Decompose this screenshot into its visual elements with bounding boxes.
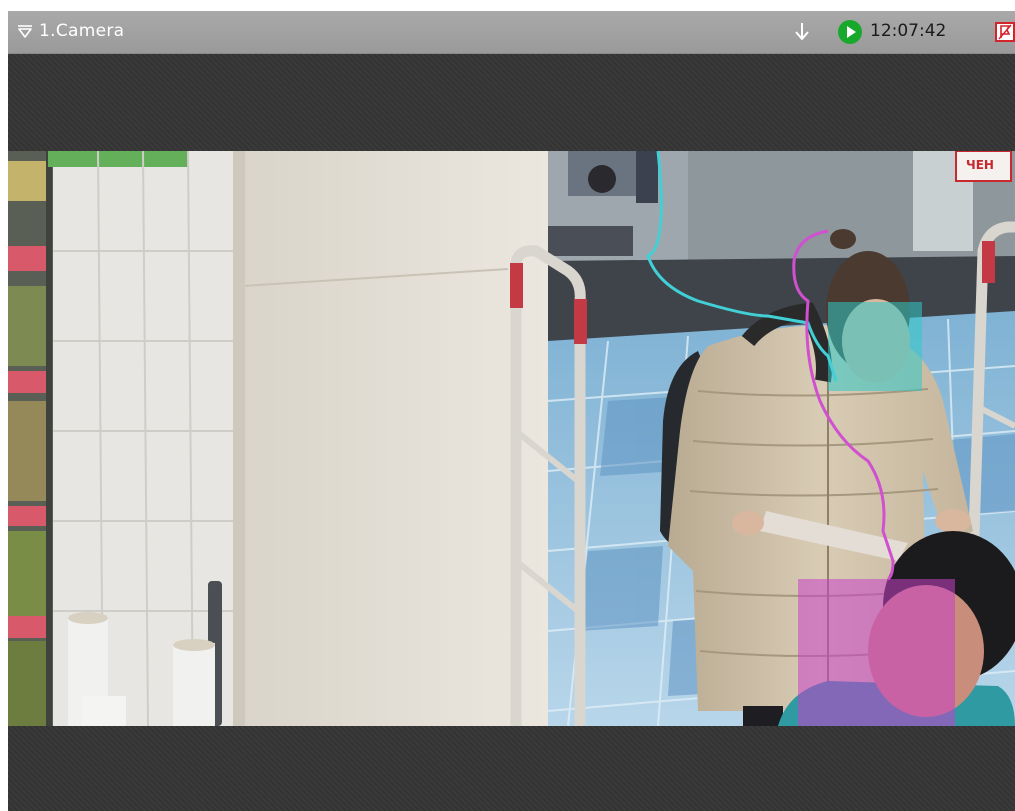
shelf-products — [8, 641, 48, 726]
pillar — [233, 151, 548, 726]
play-button[interactable] — [838, 20, 862, 44]
pedestrian-outside — [636, 151, 658, 203]
shelf-price-tag — [8, 506, 46, 526]
hair-bun — [830, 229, 856, 249]
woman-hand — [732, 511, 764, 535]
gate-marker — [574, 299, 587, 344]
face-detection-box-magenta[interactable] — [798, 579, 955, 726]
gate-marker — [510, 263, 523, 308]
shelf-price-tag — [8, 246, 46, 271]
doormat — [548, 226, 633, 256]
plastic-roll — [173, 643, 215, 726]
car-wheel — [588, 165, 616, 193]
shelf-price-tag — [8, 371, 46, 393]
woman-legs — [743, 706, 783, 726]
face-detection-box-cyan[interactable] — [828, 302, 922, 391]
pillar-edge — [233, 151, 245, 726]
shelf-products — [8, 531, 48, 616]
export-arrow-icon[interactable] — [791, 21, 813, 43]
play-icon — [847, 26, 856, 38]
shelf-products — [8, 401, 48, 501]
plastic-roll-top — [68, 612, 108, 624]
letterbox-bottom — [8, 726, 1015, 811]
wall-green-strip — [48, 151, 188, 167]
timestamp: 12:07:42 — [870, 21, 947, 41]
camera-tile[interactable]: 1.Camera 12:07:42 ЧЕН — [8, 11, 1015, 811]
woman-hand — [935, 509, 971, 533]
menu-triangle-icon[interactable] — [17, 23, 33, 39]
plastic-roll — [82, 696, 126, 726]
letterbox-top — [8, 54, 1015, 151]
camera-name: 1.Camera — [39, 21, 125, 41]
shelf-products — [8, 161, 48, 201]
gate-marker — [982, 241, 995, 283]
shelf-price-tag — [8, 616, 46, 638]
shelf-products — [8, 286, 48, 366]
camera-titlebar: 1.Camera 12:07:42 — [8, 11, 1015, 54]
shelf-upright — [46, 151, 52, 726]
plastic-roll-top — [173, 639, 215, 651]
alarm-flag-icon[interactable] — [995, 22, 1015, 42]
door-sign-text: ЧЕН — [966, 158, 994, 172]
video-frame[interactable]: ЧЕН — [8, 151, 1015, 726]
